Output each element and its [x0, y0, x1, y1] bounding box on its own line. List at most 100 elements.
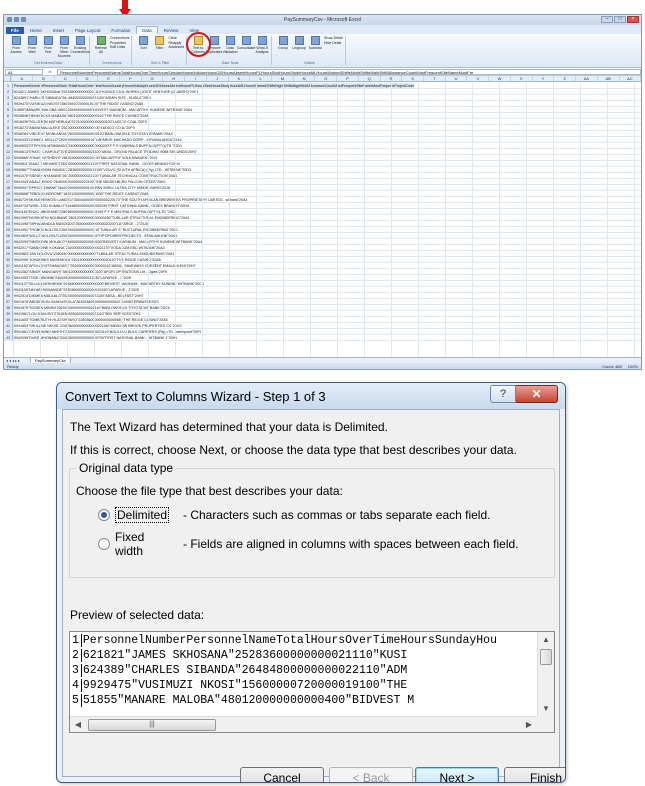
cell-a[interactable]: 9941605"TOMBIRUTHI HLATSHWAYO"2280360000… — [13, 317, 168, 322]
column-header[interactable]: R — [381, 76, 403, 81]
row-number[interactable]: 5 — [4, 107, 13, 112]
worksheet-grid[interactable]: 1 PersonnelNumberPersonnelNameTotalHoursO… — [4, 83, 641, 357]
row-number[interactable]: 2 — [4, 89, 13, 94]
row-number[interactable]: 28 — [4, 245, 13, 250]
from-web-button[interactable]: From Web — [25, 36, 39, 58]
scroll-down-icon[interactable]: ▼ — [538, 701, 554, 717]
cell-a[interactable]: 9940668"TEBOGO MORONE"180012000000000210… — [13, 191, 148, 196]
vertical-scroll-thumb[interactable] — [540, 649, 552, 665]
column-header[interactable]: E — [98, 76, 120, 81]
cell-a[interactable]: 9940433"LEMMEL MOLLO"252000000000000100"… — [13, 137, 182, 142]
row-number[interactable]: 4 — [4, 101, 13, 106]
cell-a[interactable]: 9941809"WILLO NOLOVU"1200000000000000010… — [13, 233, 177, 238]
radio-fixed-width[interactable]: Fixed width - Fields are aligned in colu… — [98, 530, 519, 558]
cell-a[interactable]: 621821"JAMES SKHOSANA"252836000000000211… — [13, 89, 198, 94]
dialog-close-button[interactable]: ✕ — [516, 385, 558, 403]
row-number[interactable]: 32 — [4, 269, 13, 274]
cell-a[interactable]: 9918273"ABANI MALULEKE"25200000000000001… — [13, 125, 135, 130]
column-header[interactable]: A — [11, 76, 34, 81]
column-header[interactable]: O — [315, 76, 338, 81]
fx-icon[interactable]: fx — [43, 69, 57, 74]
column-header[interactable]: U — [446, 76, 468, 81]
refresh-all-button[interactable]: Refresh All — [94, 36, 108, 54]
column-header[interactable]: F — [120, 76, 142, 81]
row-number[interactable]: 12 — [4, 149, 13, 154]
cell-a[interactable]: 9940867"THANDOSINI BANDA"228360000000019… — [13, 167, 191, 172]
row-number[interactable]: 10 — [4, 137, 13, 142]
cell-a[interactable]: 9941581"LOU MAVUSO"276153600000000000002… — [13, 311, 141, 316]
maximize-button[interactable]: □ — [614, 16, 626, 23]
show-detail-button[interactable]: Show Detail — [324, 36, 343, 41]
from-access-button[interactable]: From Access — [9, 36, 23, 58]
edit-links-button[interactable]: Edit Links — [110, 45, 129, 50]
minimize-button[interactable]: – — [601, 16, 613, 23]
cell-a[interactable]: 624389"CHARLES SIBANDA"26448400000000022… — [13, 95, 151, 100]
row-number[interactable]: 9 — [4, 131, 13, 136]
row-number[interactable]: 40 — [4, 317, 13, 322]
row-number[interactable]: 39 — [4, 311, 13, 316]
row-number[interactable]: 37 — [4, 299, 13, 304]
cell-a[interactable]: 9940811"ISAACK MKHARI"278320000000000211… — [13, 161, 180, 166]
what-if-analysis-button[interactable]: What-If Analysis — [255, 36, 269, 54]
cell-a[interactable]: 9942099"SIMONDINI MOLAKO"960000000000000… — [13, 239, 202, 244]
radio-fixed-width-indicator[interactable] — [98, 538, 110, 550]
connections-button[interactable]: Connections — [110, 36, 129, 41]
cell-a[interactable]: 9940729"MUSAWENKOSI LANDELI"300440000000… — [13, 197, 247, 202]
horizontal-scroll-thumb[interactable]: ||| — [88, 719, 216, 731]
column-header[interactable]: H — [163, 76, 186, 81]
cell-a[interactable]: 9941137"SILLIAN MOKHEWA"2648400000000000… — [13, 281, 204, 286]
row-number[interactable]: 3 — [4, 95, 13, 100]
scroll-right-icon[interactable]: ▶ — [521, 717, 537, 732]
column-header[interactable]: Z — [554, 76, 577, 81]
row-number[interactable]: 26 — [4, 233, 13, 238]
column-header[interactable]: P — [337, 76, 359, 81]
column-header[interactable]: S — [402, 76, 425, 81]
cell-a[interactable]: 9941162"ENZO MBOKANE"2280360000000000019… — [13, 209, 177, 214]
row-number[interactable]: 27 — [4, 239, 13, 244]
cell-a[interactable]: 9941152"APOLLO NTSHANGASE"25200000000000… — [13, 263, 196, 268]
sort-button[interactable]: Sort — [136, 36, 150, 50]
tab-review[interactable]: Review — [159, 27, 184, 34]
column-header[interactable]: M — [272, 76, 294, 81]
text-to-columns-button[interactable]: Text to Columns — [186, 32, 212, 57]
cell-a[interactable]: 9941108"NKHATI NDIMANDE"2280360000000000… — [13, 287, 139, 292]
row-number[interactable]: 22 — [4, 209, 13, 214]
subtotal-button[interactable]: Subtotal — [308, 36, 322, 50]
consolidate-button[interactable]: Consolidate — [237, 36, 255, 54]
row-number[interactable]: 29 — [4, 251, 13, 256]
quick-access-toolbar[interactable] — [7, 17, 26, 22]
tab-page-layout[interactable]: Page Layout — [70, 27, 105, 34]
cell-a[interactable]: 9942883"JAN NOLOVU"228024000000000000900… — [13, 251, 174, 256]
row-number[interactable]: 23 — [4, 215, 13, 220]
column-header[interactable]: K — [229, 76, 251, 81]
cell-a[interactable]: 51855"MANARE MALOBA"48012000000000400"BI… — [13, 107, 192, 112]
column-header[interactable]: AB — [598, 76, 620, 81]
row-number[interactable]: 20 — [4, 197, 13, 202]
cell-a[interactable]: 9941043"ADALA ENGO"26400000000000022100"… — [13, 179, 166, 184]
filter-button[interactable]: Filter — [152, 36, 166, 50]
preview-vertical-scrollbar[interactable]: ▲ ▼ — [537, 632, 554, 717]
radio-fixed-width-label[interactable]: Fixed width — [115, 530, 144, 558]
column-header[interactable]: Y — [533, 76, 555, 81]
tab-formulas[interactable]: Formulas — [106, 27, 135, 34]
row-number[interactable]: 16 — [4, 173, 13, 178]
cell-a[interactable]: 9940605"STEPHEN MSIMANGO"240000000000000… — [13, 143, 182, 148]
column-header[interactable]: I — [185, 76, 207, 81]
column-header[interactable]: AC — [620, 76, 641, 81]
radio-delimited[interactable]: Delimited - Characters such as commas or… — [98, 507, 490, 523]
row-number[interactable]: 21 — [4, 203, 13, 208]
data-validation-button[interactable]: Data Validation — [223, 36, 238, 54]
column-header[interactable]: W — [489, 76, 511, 81]
help-button[interactable]: ? — [490, 385, 516, 403]
column-header[interactable]: L — [250, 76, 272, 81]
cell-a[interactable]: 9929475"VUSIMUZI NKOSI"15600000720000191… — [13, 101, 143, 106]
cell-a[interactable]: 9941893"SHULANE NKOSI"224036000000000000… — [13, 323, 182, 328]
cell-a[interactable]: 9941875"SODIEN MINIMI"252000000000000002… — [13, 305, 170, 310]
row-number[interactable]: 38 — [4, 305, 13, 310]
preview-horizontal-scrollbar[interactable]: ◀ ||| ▶ — [70, 716, 537, 732]
cell-a[interactable]: 9941082"SIMON MANGANYI"36012000000000000… — [13, 269, 167, 274]
row-number[interactable]: 1 — [4, 83, 13, 88]
row-number[interactable]: 13 — [4, 155, 13, 160]
row-number[interactable]: 18 — [4, 185, 13, 190]
cell-a[interactable]: 9918439"SOLOMON MATHEBULA"37210400000000… — [13, 119, 147, 124]
